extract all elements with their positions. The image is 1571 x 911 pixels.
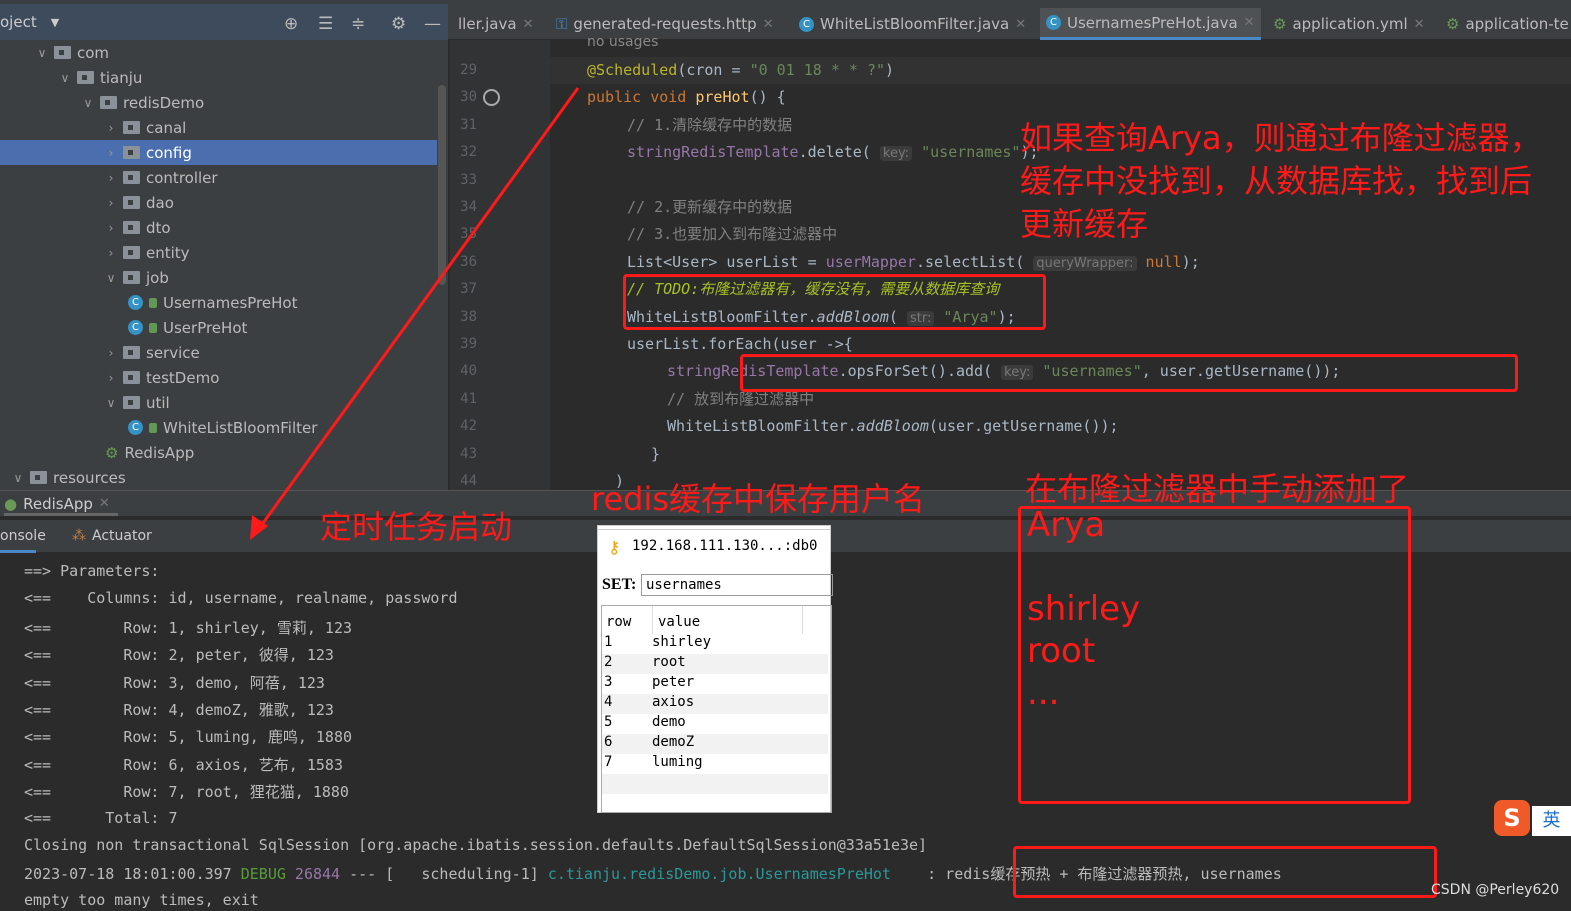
annotation-arrow — [250, 87, 580, 540]
ime-logo-icon[interactable]: S — [1494, 800, 1530, 836]
watermark: CSDN @Perley620 — [1431, 882, 1560, 898]
ime-language[interactable]: 英 — [1532, 806, 1571, 836]
